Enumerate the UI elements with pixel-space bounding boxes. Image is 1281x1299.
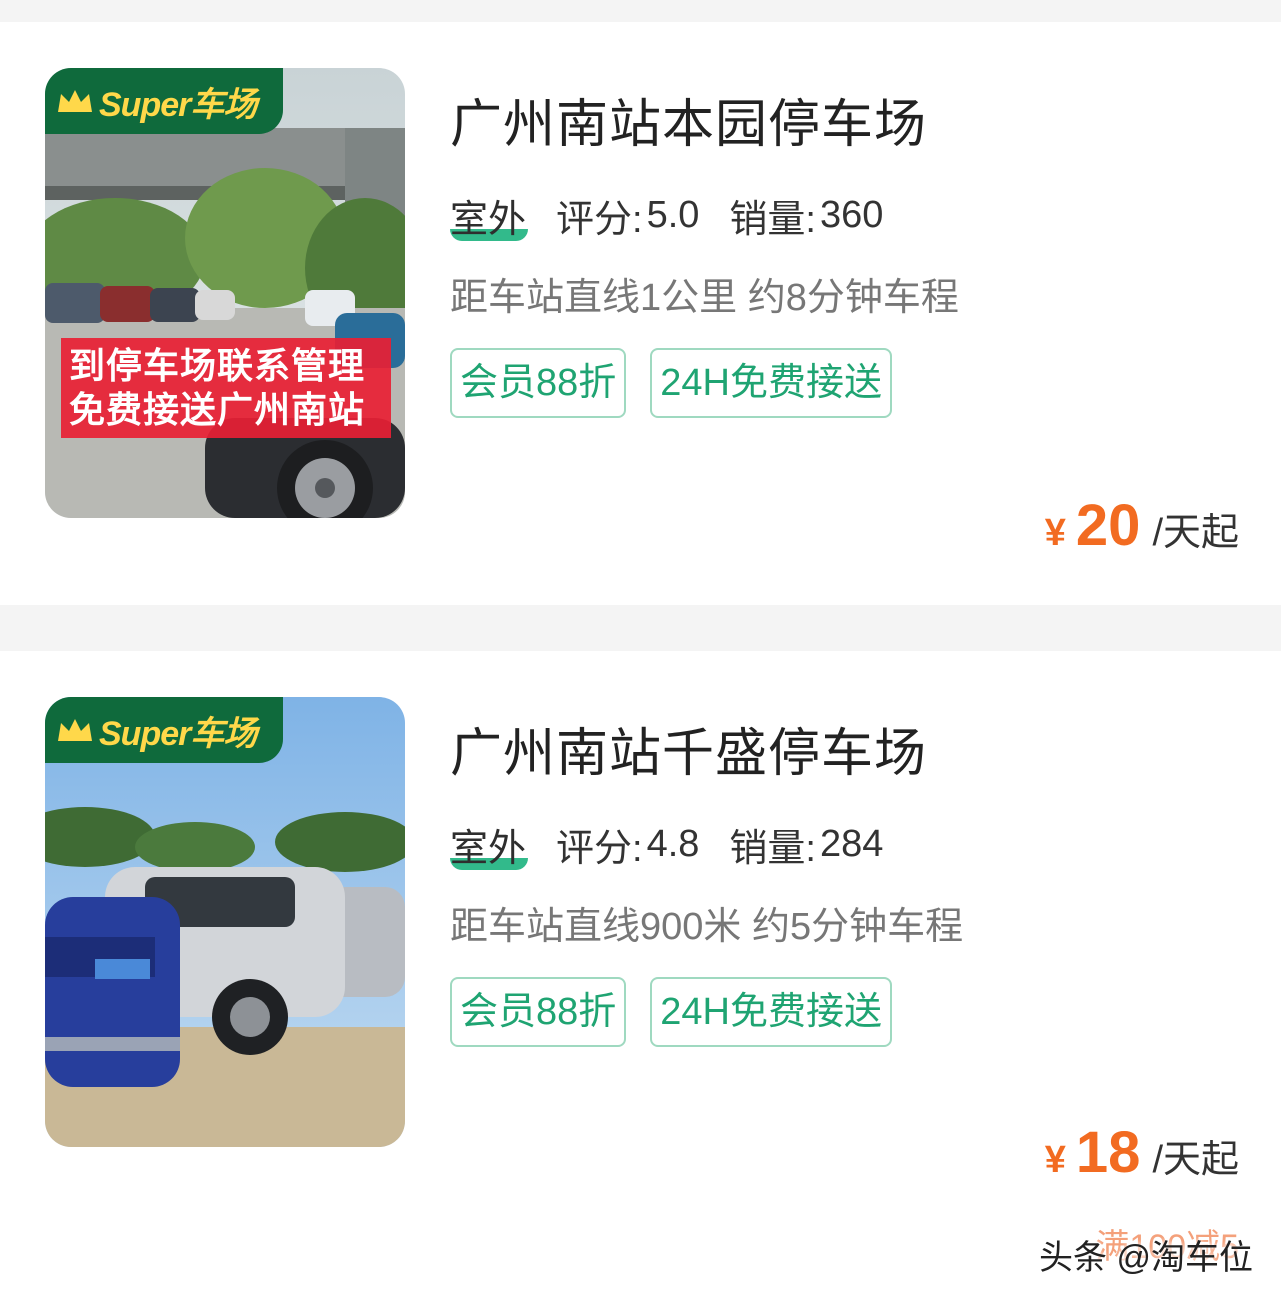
super-parking-badge: Super车场 [45,68,283,134]
sales-value: 284 [819,823,884,865]
price-amount: 20 [1075,493,1141,558]
price-amount: 18 [1075,1120,1141,1185]
badge-label: Super车场 [99,714,257,753]
parking-title[interactable]: 广州南站本园停车场 [450,82,927,157]
price-unit: /天起 [1152,1139,1239,1181]
promo-line: 免费接送广州南站 [69,389,366,430]
currency-symbol: ¥ [1044,1139,1066,1181]
rating-value: 4.8 [646,823,700,865]
member-discount-tag: 会员88折 [450,977,627,1047]
distance-info: 距车站直线900米 约5分钟车程 [450,906,964,948]
watermark: 头条 @淘车位 [1039,1239,1253,1277]
crown-icon [58,90,92,112]
parking-lot-photo-2 [45,697,405,1147]
sales-value: 360 [819,194,884,236]
parking-photo[interactable]: Super车场 [45,697,405,1147]
currency-symbol: ¥ [1044,512,1066,554]
parking-list: Super车场 到停车场联系管理 免费接送广州南站 广州南站本园停车场 室外 评… [0,0,1281,1299]
promo-line: 到停车场联系管理 [69,345,366,386]
feature-tags: 会员88折 24H免费接送 [450,977,916,1047]
parking-card[interactable]: Super车场 到停车场联系管理 免费接送广州南站 广州南站本园停车场 室外 评… [0,22,1281,605]
price: ¥ 20 /天起 [1045,492,1239,559]
sales-label: 销量: [729,199,816,241]
location-type: 室外 [450,199,528,241]
feature-tags: 会员88折 24H免费接送 [450,348,916,418]
promo-banner: 到停车场联系管理 免费接送广州南站 [61,338,391,438]
super-parking-badge: Super车场 [45,697,283,763]
rating-label: 评分: [556,199,643,241]
shuttle-service-tag: 24H免费接送 [650,348,892,418]
price: ¥ 18 /天起 [1045,1119,1239,1186]
parking-meta: 室外 评分: 5.0 销量: 360 [450,188,883,243]
parking-meta: 室外 评分: 4.8 销量: 284 [450,817,883,872]
rating-value: 5.0 [646,194,700,236]
parking-card[interactable]: Super车场 广州南站千盛停车场 室外 评分: 4.8 销量: 284 距车站… [0,651,1281,1299]
parking-photo[interactable]: Super车场 到停车场联系管理 免费接送广州南站 [45,68,405,518]
parking-title[interactable]: 广州南站千盛停车场 [450,711,927,786]
shuttle-service-tag: 24H免费接送 [650,977,892,1047]
rating-label: 评分: [556,828,643,870]
location-type: 室外 [450,828,528,870]
badge-label: Super车场 [99,85,257,124]
parking-lot-photo-1 [45,68,405,518]
sales-label: 销量: [729,828,816,870]
member-discount-tag: 会员88折 [450,348,627,418]
crown-icon [58,719,92,741]
price-unit: /天起 [1152,512,1239,554]
distance-info: 距车站直线1公里 约8分钟车程 [450,277,959,319]
